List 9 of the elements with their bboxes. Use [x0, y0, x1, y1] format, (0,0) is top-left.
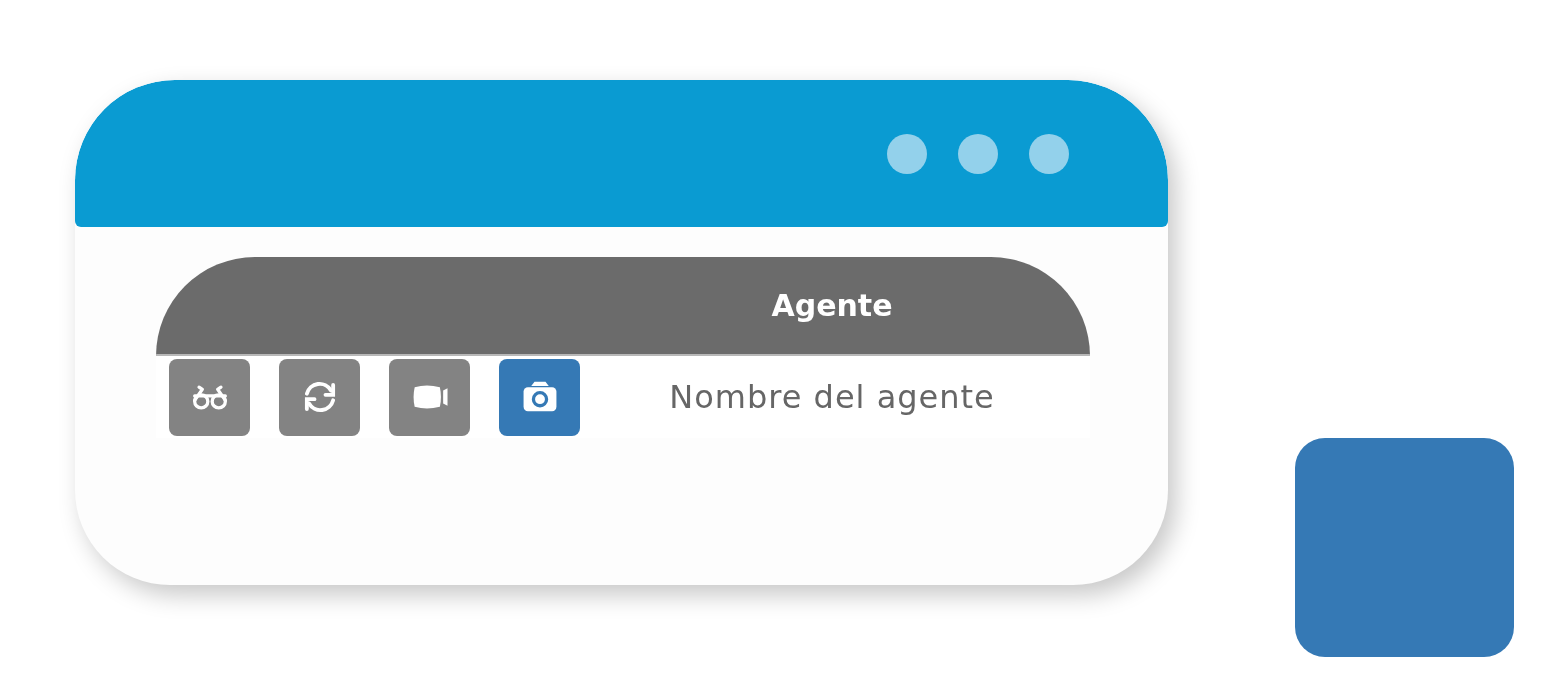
video-button[interactable] [389, 358, 470, 436]
window-dot[interactable] [958, 133, 998, 174]
agent-name: Nombre del agente [669, 378, 995, 416]
window-dot[interactable] [1029, 133, 1069, 174]
camera-button[interactable] [499, 358, 580, 436]
column-header: Agente [771, 288, 893, 323]
glasses-button[interactable] [169, 358, 250, 436]
window-dot[interactable] [887, 133, 927, 174]
refresh-button[interactable] [279, 358, 360, 436]
